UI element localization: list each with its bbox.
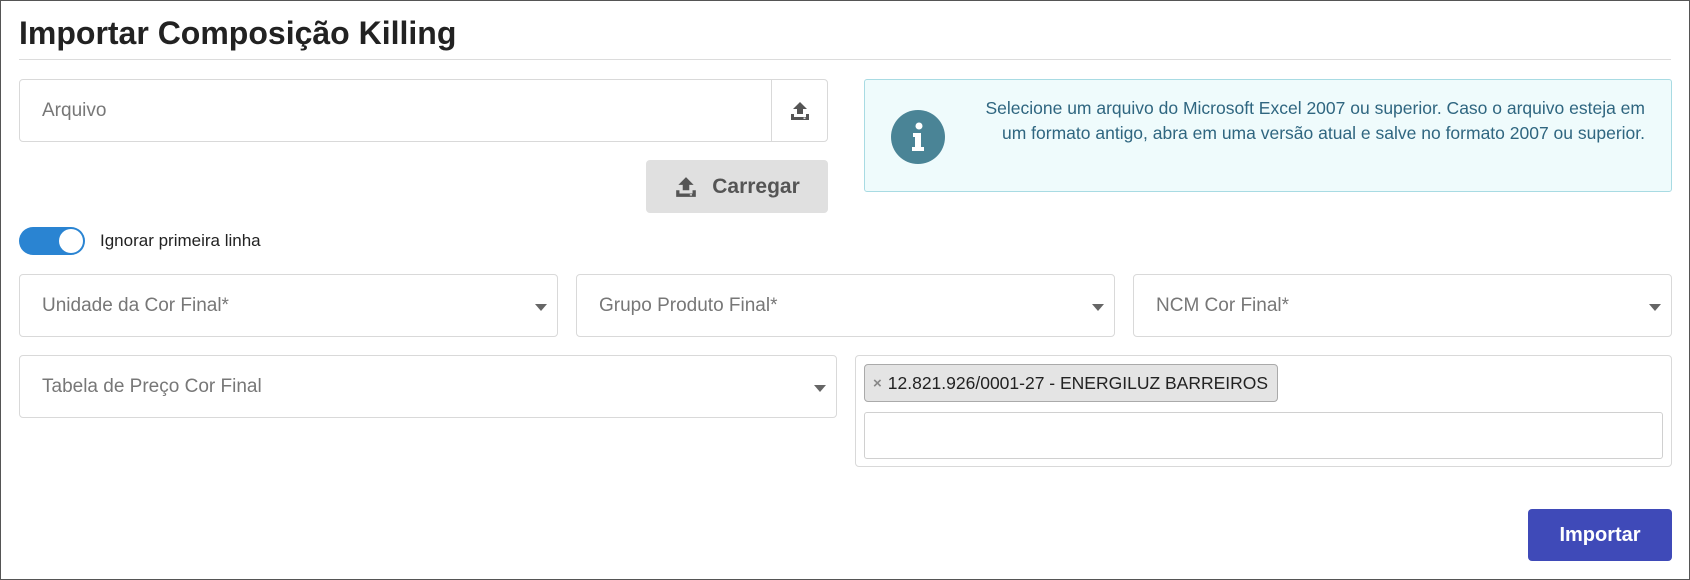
file-input[interactable]: Arquivo — [19, 79, 772, 142]
select-placeholder: NCM Cor Final* — [1156, 294, 1290, 316]
chevron-down-icon — [535, 303, 547, 311]
chevron-down-icon — [814, 384, 826, 392]
select-placeholder: Unidade da Cor Final* — [42, 294, 229, 316]
info-text: Selecione um arquivo do Microsoft Excel … — [985, 98, 1645, 143]
toggle-knob — [59, 229, 83, 253]
upload-icon — [676, 176, 697, 197]
ignore-first-row-label: Ignorar primeira linha — [100, 231, 261, 250]
title-divider — [19, 59, 1671, 60]
page-title: Importar Composição Killing — [19, 15, 457, 51]
chevron-down-icon — [1649, 303, 1661, 311]
upload-icon — [790, 101, 809, 120]
import-button-label: Importar — [1559, 523, 1641, 546]
load-button-label: Carregar — [712, 174, 800, 198]
unidade-cor-final-select[interactable]: Unidade da Cor Final* — [19, 274, 558, 337]
tag-remove-icon[interactable]: × — [873, 375, 882, 392]
ncm-cor-final-select[interactable]: NCM Cor Final* — [1133, 274, 1672, 337]
tabela-preco-cor-final-select[interactable]: Tabela de Preço Cor Final — [19, 355, 837, 418]
select-placeholder: Tabela de Preço Cor Final — [42, 375, 262, 397]
tag-label: 12.821.926/0001-27 - ENERGILUZ BARREIROS — [887, 372, 1269, 393]
file-upload-button[interactable] — [771, 79, 828, 142]
selected-tag: × 12.821.926/0001-27 - ENERGILUZ BARREIR… — [864, 364, 1279, 402]
file-input-placeholder: Arquivo — [42, 99, 107, 121]
multiselect-search-input[interactable] — [864, 412, 1663, 459]
import-button[interactable]: Importar — [1528, 509, 1672, 561]
ignore-first-row-toggle[interactable] — [19, 227, 85, 255]
select-placeholder: Grupo Produto Final* — [599, 294, 778, 316]
chevron-down-icon — [1092, 303, 1104, 311]
info-alert: Selecione um arquivo do Microsoft Excel … — [864, 79, 1672, 192]
grupo-produto-final-select[interactable]: Grupo Produto Final* — [576, 274, 1115, 337]
company-multiselect[interactable]: × 12.821.926/0001-27 - ENERGILUZ BARREIR… — [855, 355, 1672, 467]
import-modal: Importar Composição Killing Arquivo Carr… — [0, 0, 1690, 580]
info-icon — [891, 110, 945, 164]
load-button[interactable]: Carregar — [646, 160, 828, 213]
